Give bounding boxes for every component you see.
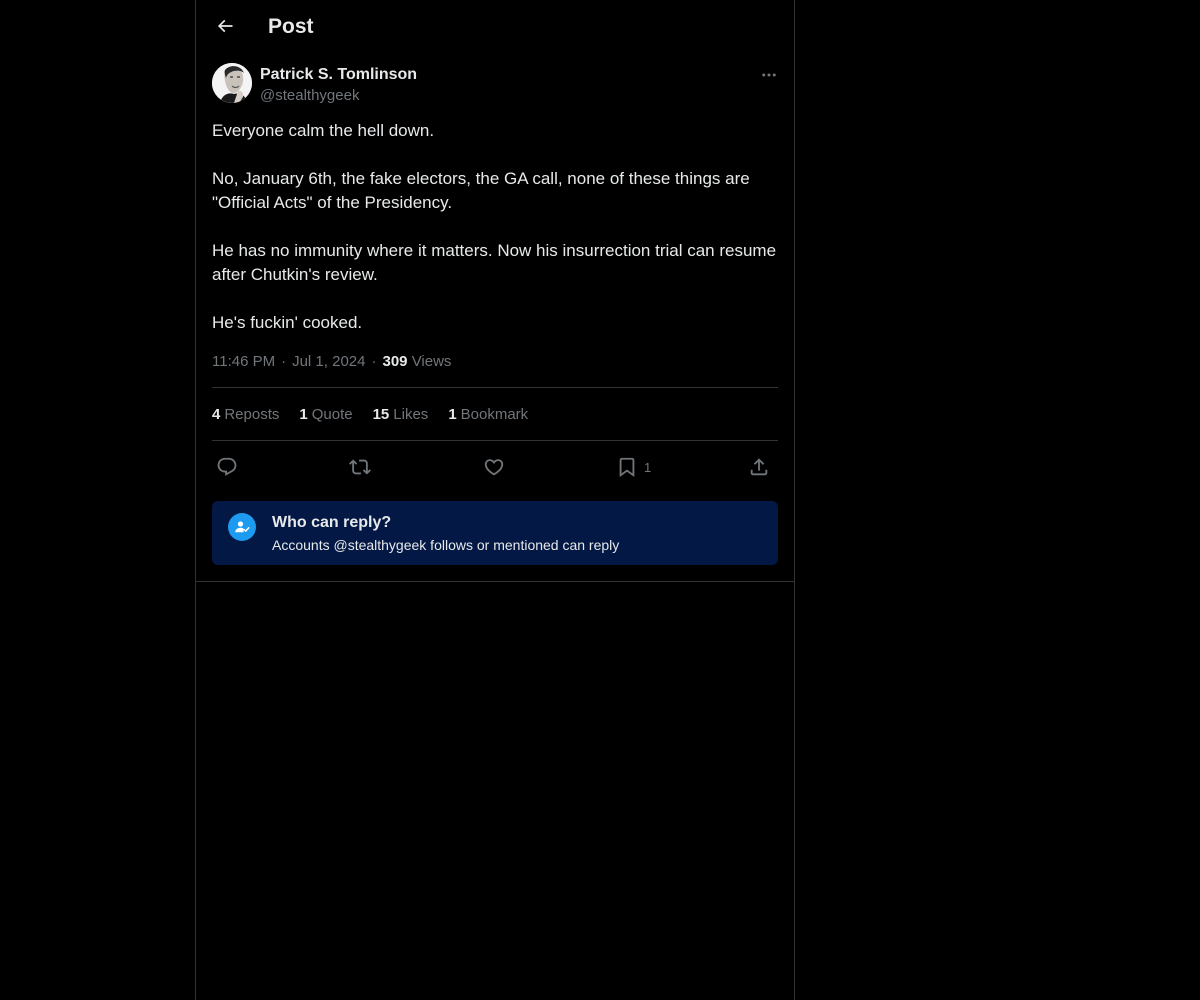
reposts-stat[interactable]: 4 Reposts: [212, 405, 279, 425]
bookmark-icon: [619, 457, 635, 478]
post-meta: 11:46 PM · Jul 1, 2024 · 309 Views: [212, 352, 451, 372]
bookmark-count: 1: [644, 459, 652, 475]
bookmarks-label: Bookmark: [460, 406, 529, 423]
reposts-count: 4: [212, 406, 221, 423]
back-button[interactable]: [208, 9, 242, 43]
reply-restriction-subtitle: Accounts @stealthygeek follows or mentio…: [272, 537, 620, 553]
views-label: Views: [411, 353, 452, 370]
reposts-label: Reposts: [224, 406, 280, 423]
author-name[interactable]: Patrick S. Tomlinson: [260, 65, 417, 85]
like-button[interactable]: [483, 451, 505, 483]
post-stats: 4 Reposts 1 Quote 15 Likes 1 Bookmark: [212, 405, 528, 425]
share-button[interactable]: [748, 451, 770, 483]
quotes-stat[interactable]: 1 Quote: [299, 405, 352, 425]
page-header: Post: [196, 0, 794, 53]
reply-button[interactable]: [216, 451, 238, 483]
post-paragraph: He has no immunity where it matters. Now…: [212, 241, 777, 284]
reply-restriction-title: Who can reply?: [272, 514, 392, 531]
post-paragraph: No, January 6th, the fake electors, the …: [212, 169, 750, 212]
avatar[interactable]: [212, 63, 252, 103]
bookmarks-stat[interactable]: 1 Bookmark: [448, 405, 528, 425]
action-bar: 1: [212, 451, 778, 483]
main-column: Post Patrick S. Tomlinson @stealthygeek: [195, 0, 795, 1000]
likes-label: Likes: [393, 406, 429, 423]
post: Patrick S. Tomlinson @stealthygeek Every…: [196, 53, 794, 582]
repost-icon: [349, 459, 371, 475]
bookmark-button[interactable]: 1: [616, 451, 651, 483]
likes-stat[interactable]: 15 Likes: [373, 405, 429, 425]
likes-count: 15: [372, 406, 390, 423]
share-icon: [750, 458, 768, 476]
more-icon: [762, 73, 776, 77]
post-text: Everyone calm the hell down. No, January…: [212, 119, 778, 359]
heart-icon: [484, 459, 504, 476]
post-paragraph: Everyone calm the hell down.: [212, 121, 435, 140]
reply-restriction-card: Who can reply? Accounts @stealthygeek fo…: [212, 501, 778, 565]
author-photo: [212, 63, 252, 103]
post-date[interactable]: Jul 1, 2024: [292, 353, 365, 370]
separator-dot: ·: [281, 353, 287, 370]
author-handle[interactable]: @stealthygeek: [260, 86, 359, 106]
reply-icon: [217, 457, 237, 476]
page-title: Post: [268, 15, 314, 38]
quotes-count: 1: [299, 406, 308, 423]
post-paragraph: He's fuckin' cooked.: [212, 313, 363, 332]
quotes-label: Quote: [311, 406, 353, 423]
person-check-icon: [228, 513, 256, 541]
bookmarks-count: 1: [448, 406, 457, 423]
divider: [212, 440, 778, 441]
divider: [212, 387, 778, 388]
post-time[interactable]: 11:46 PM: [212, 353, 275, 370]
views-count: 309: [382, 353, 408, 370]
more-options-button[interactable]: [754, 63, 784, 87]
arrow-left-icon: [217, 19, 233, 33]
repost-button[interactable]: [349, 451, 371, 483]
separator-dot: ·: [371, 353, 377, 370]
